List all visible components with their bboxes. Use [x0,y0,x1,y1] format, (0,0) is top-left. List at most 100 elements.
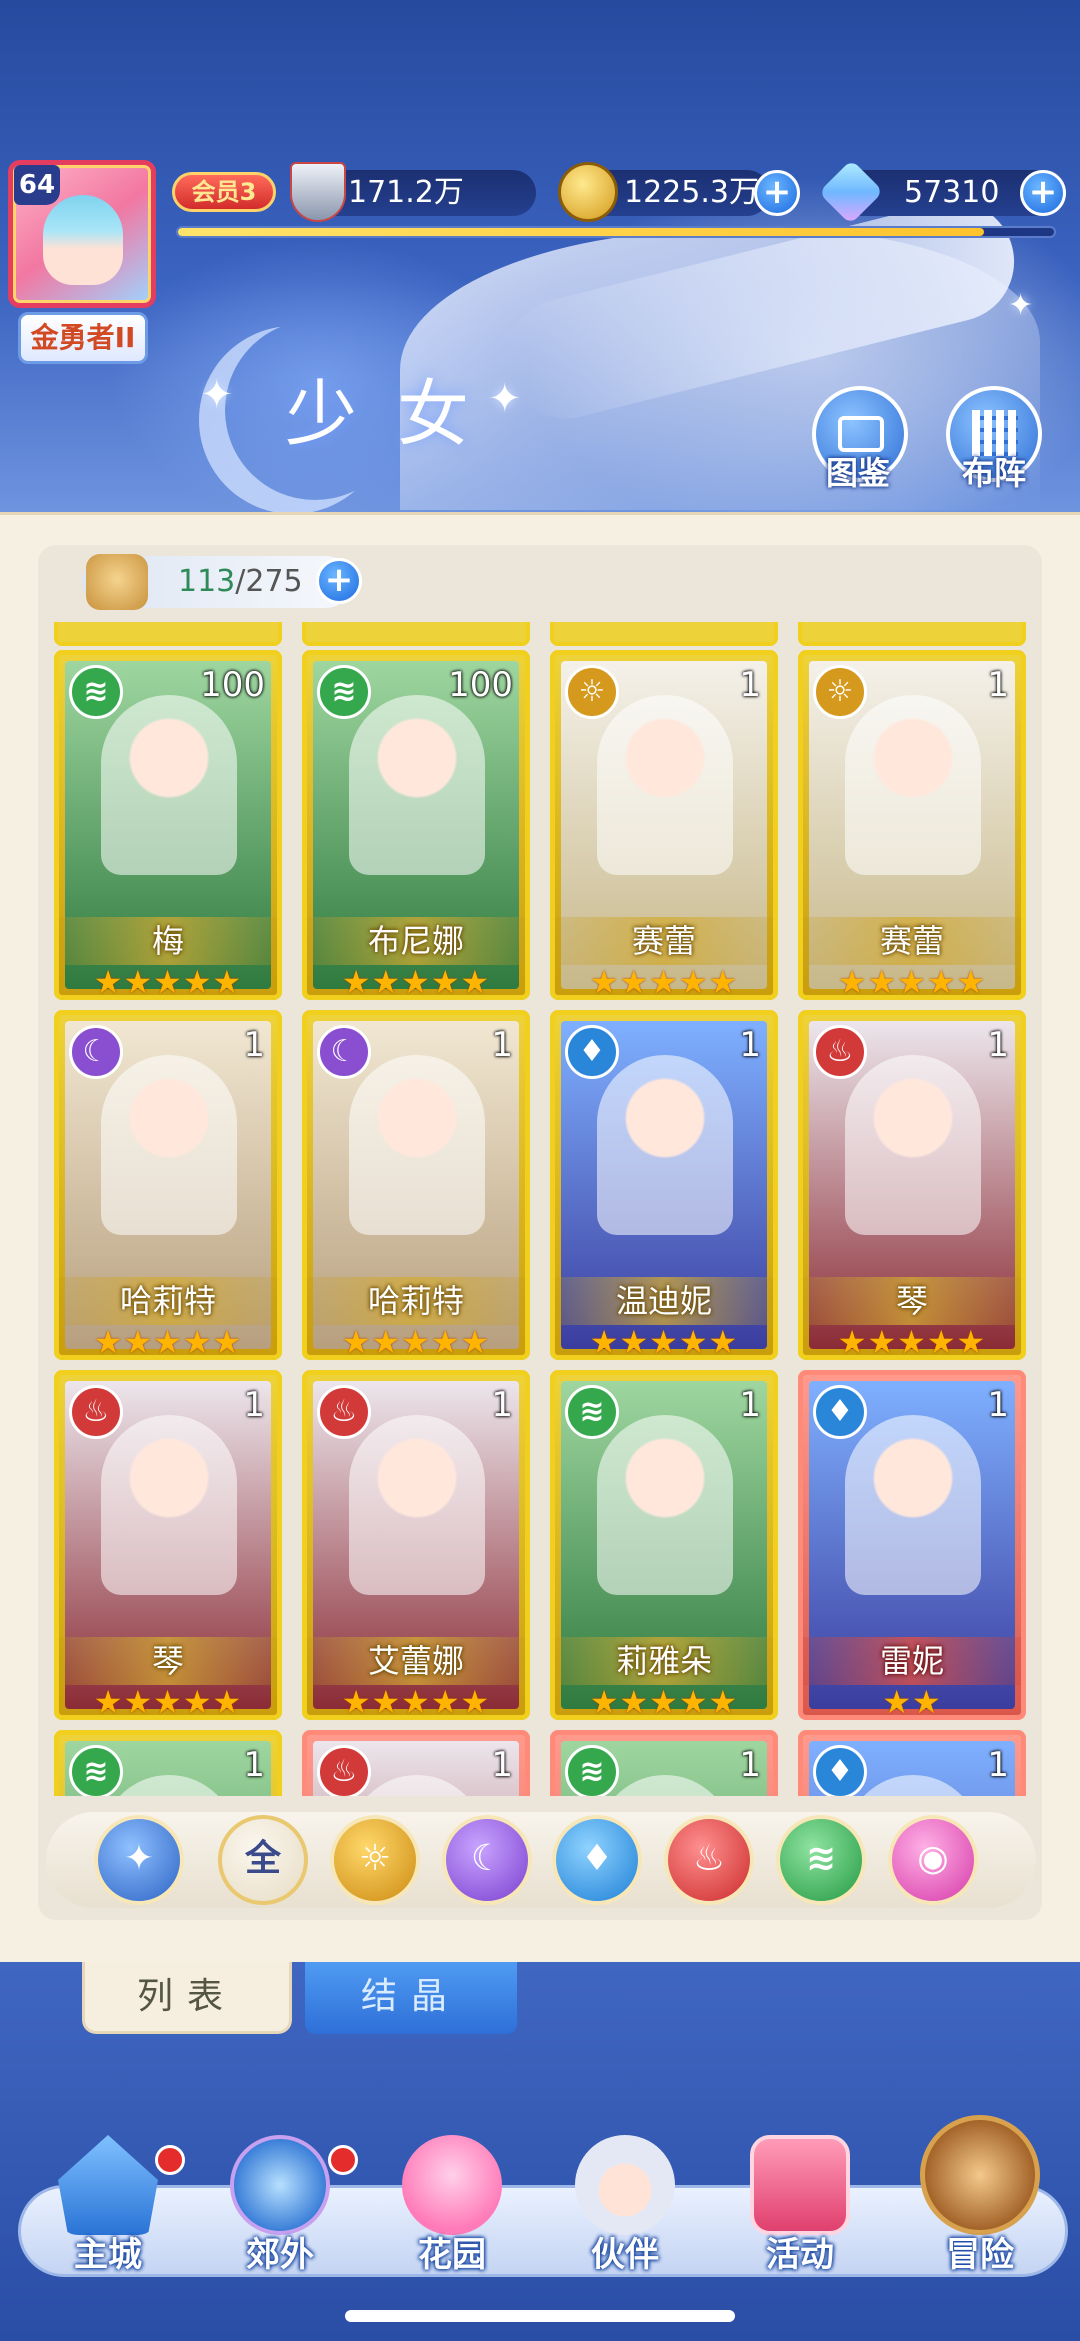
nav-label: 伙伴 [591,2235,659,2275]
wind-element-icon: ≋ [69,1745,123,1796]
top-banner: 少女 ✦ ✦ ✦ [0,0,1080,515]
sparkle-icon: ✦ [1008,288,1034,323]
dark-filter-icon[interactable]: ☾ [442,1815,532,1905]
character-figure [101,1055,237,1235]
character-figure [597,1415,733,1595]
card-grid: ≋ 100 梅 ★★★★★ ≋ 100 布尼娜 ★★★★★ ☼ 1 赛蕾 ★★★★★ ☼ 1 赛蕾 ★★★★★… [50,626,1030,1796]
player-level-badge: 64 [14,165,60,205]
castle-icon [58,2135,158,2235]
card-level: 1 [739,665,761,705]
water-element-icon: ♦ [813,1745,867,1796]
character-figure [597,1055,733,1235]
character-figure [845,1055,981,1235]
sort-filter-icon[interactable]: ✦ [94,1815,184,1905]
partner-card[interactable]: ♨ 1 琴 ★★★★★ [798,1010,1026,1360]
page-title: 少女 [285,372,510,456]
card-level: 1 [739,1745,761,1785]
partner-card[interactable]: ♦ 1 雷妮 ★★ [798,1370,1026,1720]
partner-card[interactable]: ≋ 100 梅 ★★★★★ [54,650,282,1000]
partner-card[interactable]: ♦ 1 温迪妮 ★★★★★ [550,1010,778,1360]
card-level: 1 [739,1025,761,1065]
tab-crystal[interactable]: 结晶 [305,1962,517,2034]
nav-events[interactable]: 活动 [720,2135,880,2285]
star-rating: ★★★★★ [93,1323,243,1360]
partner-card[interactable]: ≋ 1 [54,1730,282,1796]
power-trophy-icon [290,162,346,222]
partner-card[interactable]: ☾ 1 哈莉特 ★★★★★ [54,1010,282,1360]
gift-box-icon [750,2135,850,2235]
inventory-total: /275 [235,564,303,599]
fire-element-icon: ♨ [813,1025,867,1079]
character-figure [349,1055,485,1235]
partner-card[interactable]: ♦ 1 [798,1730,1026,1796]
sparkle-icon: ✦ [488,376,522,422]
fire-filter-icon[interactable]: ♨ [664,1815,754,1905]
star-rating: ★★★★★ [341,1323,491,1360]
nav-partner[interactable]: 伙伴 [545,2135,705,2285]
card-name: 哈莉特 [59,1277,277,1325]
card-level: 1 [987,1385,1009,1425]
add-gold-button[interactable]: + [754,170,800,216]
card-name: 雷妮 [803,1637,1021,1685]
nav-garden[interactable]: 花园 [372,2135,532,2285]
partner-card[interactable]: ♨ 1 艾蕾娜 ★★★★★ [302,1370,530,1720]
card-level: 1 [491,1025,513,1065]
fire-element-icon: ♨ [317,1745,371,1796]
card-level: 1 [243,1385,265,1425]
light-element-icon: ☼ [565,665,619,719]
home-indicator [345,2310,735,2322]
dark-element-icon: ☾ [69,1025,123,1079]
notification-dot [328,2145,358,2175]
water-filter-icon[interactable]: ♦ [552,1815,642,1905]
card-level: 1 [491,1745,513,1785]
dark-element-icon: ☾ [317,1025,371,1079]
water-element-icon: ♦ [565,1025,619,1079]
partner-card[interactable]: ≋ 100 布尼娜 ★★★★★ [302,650,530,1000]
card-name: 艾蕾娜 [307,1637,525,1685]
card-name: 布尼娜 [307,917,525,965]
star-rating: ★★ [882,1683,942,1720]
sparkle-icon: ✦ [200,372,234,418]
partner-card[interactable]: ☼ 1 赛蕾 ★★★★★ [550,650,778,1000]
player-rank-badge[interactable]: 金勇者II [18,312,148,364]
gallery-label: 图鉴 [826,454,891,492]
light-filter-icon[interactable]: ☼ [330,1815,420,1905]
light-element-icon: ☼ [813,665,867,719]
inventory-used: 113 [178,564,236,599]
star-rating: ★★★★★ [589,963,739,1000]
wind-element-icon: ≋ [317,665,371,719]
wind-element-icon: ≋ [565,1745,619,1796]
partner-card[interactable]: ≋ 1 [550,1730,778,1796]
nav-adventure[interactable]: 冒险 [900,2115,1060,2285]
partner-card[interactable]: ≋ 1 莉雅朵 ★★★★★ [550,1370,778,1720]
gem-value: 57310 [904,175,1000,210]
card-name: 莉雅朵 [555,1637,773,1685]
tab-list[interactable]: 列表 [82,1962,292,2034]
card-level: 100 [448,665,513,705]
partner-card[interactable]: ☾ 1 哈莉特 ★★★★★ [302,1010,530,1360]
water-element-icon: ♦ [813,1385,867,1439]
character-figure [101,695,237,875]
expand-inventory-button[interactable]: + [316,558,362,604]
star-filter-icon[interactable]: ◉ [888,1815,978,1905]
partner-card[interactable]: ☼ 1 赛蕾 ★★★★★ [798,650,1026,1000]
add-gem-button[interactable]: + [1020,170,1066,216]
character-figure [349,1415,485,1595]
book-icon [838,416,884,452]
exp-progress-bar [176,226,1056,238]
vip-badge[interactable]: 会员3 [172,172,276,212]
card-name: 梅 [59,917,277,965]
power-value: 171.2万 [348,175,464,210]
card-level: 1 [739,1385,761,1425]
wind-filter-icon[interactable]: ≋ [776,1815,866,1905]
gold-coin-icon [558,162,618,222]
avatar-portrait [43,195,123,285]
star-rating: ★★★★★ [589,1683,739,1720]
notification-dot [155,2145,185,2175]
card-name: 琴 [803,1277,1021,1325]
nav-label: 活动 [766,2235,834,2275]
partner-card[interactable]: ♨ 1 琴 ★★★★★ [54,1370,282,1720]
partner-card[interactable]: ♨ 1 [302,1730,530,1796]
exp-progress-fill [178,228,984,236]
all-filter-button[interactable]: 全 [218,1815,308,1905]
